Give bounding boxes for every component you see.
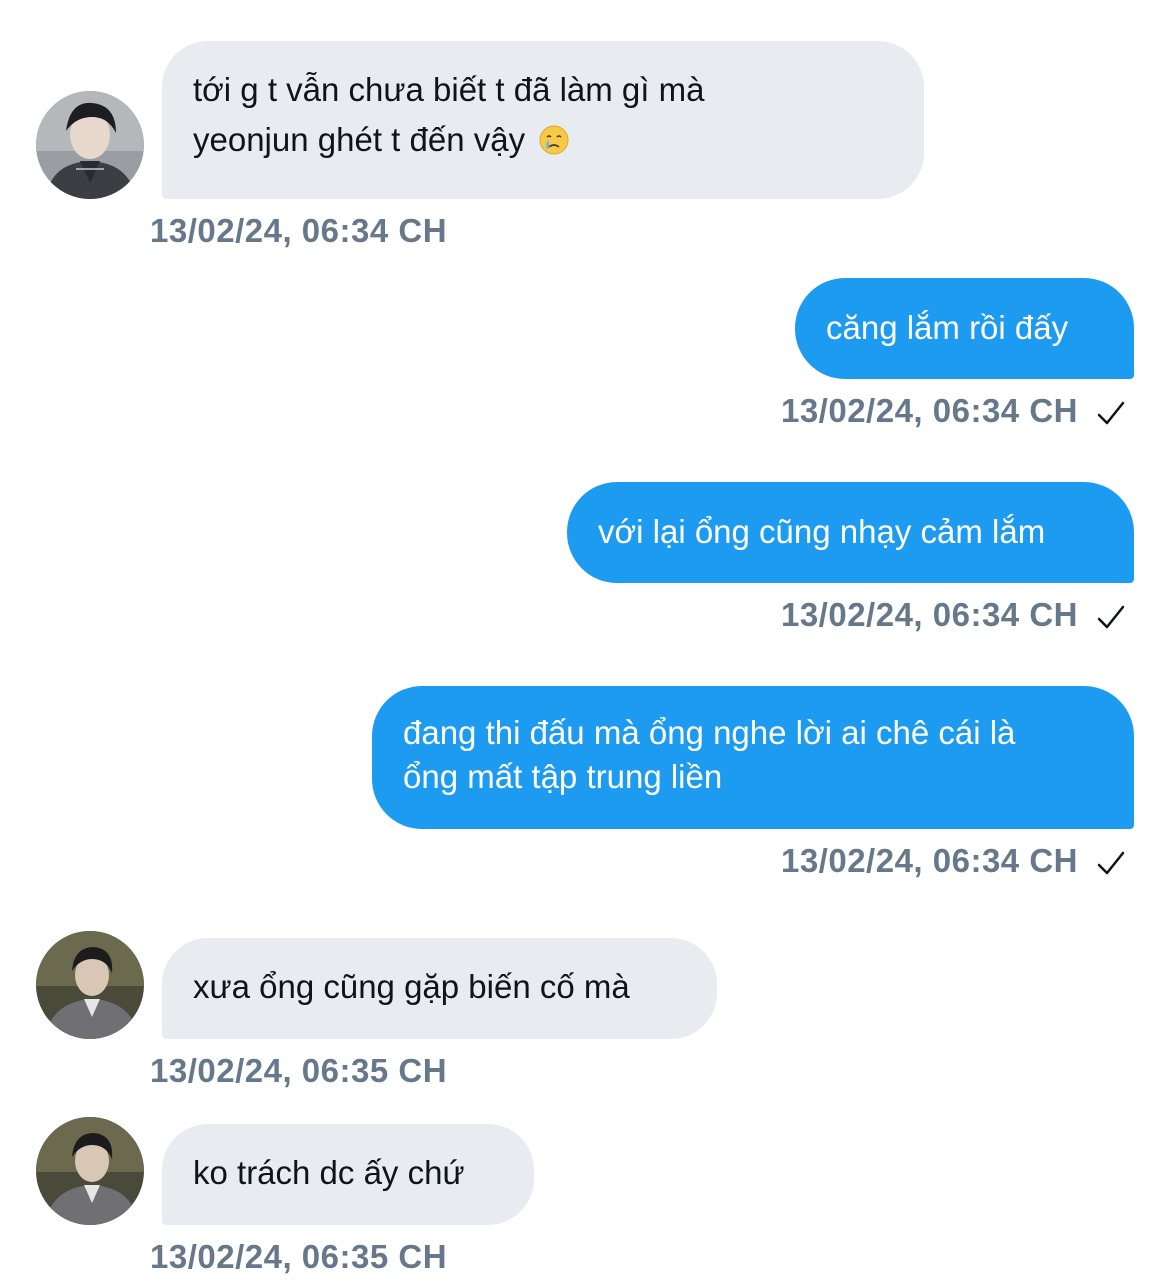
message-text: xưa ổng cũng gặp biến cố mà	[193, 968, 630, 1005]
message-bubble[interactable]: căng lắm rồi đấy	[795, 278, 1134, 379]
avatar[interactable]	[36, 1117, 144, 1225]
message-text: ổng mất tập trung liền	[403, 758, 723, 795]
message-text: tới g t vẫn chưa biết t đã làm gì mà	[193, 71, 705, 108]
message-text: với lại ổng cũng nhạy cảm lắm	[598, 513, 1046, 550]
checkmark-icon	[1097, 401, 1125, 425]
message-text: yeonjun ghét t đến vậy	[193, 115, 893, 165]
message-bubble[interactable]: ko trách dc ấy chứ	[162, 1124, 534, 1225]
message-text: căng lắm rồi đấy	[826, 309, 1069, 346]
checkmark-icon	[1097, 605, 1125, 629]
message-timestamp: 13/02/24, 06:35 CH	[150, 1052, 448, 1089]
crying-face-emoji-icon	[539, 125, 569, 155]
message-bubble[interactable]: xưa ổng cũng gặp biến cố mà	[162, 938, 717, 1039]
message-timestamp: 13/02/24, 06:34 CH	[150, 212, 448, 249]
message-bubble[interactable]: với lại ổng cũng nhạy cảm lắm	[567, 482, 1134, 583]
message-timestamp: 13/02/24, 06:34 CH	[780, 842, 1078, 879]
checkmark-icon	[1097, 851, 1125, 875]
avatar-photo-icon	[36, 91, 144, 199]
message-timestamp: 13/02/24, 06:34 CH	[780, 596, 1078, 633]
message-timestamp: 13/02/24, 06:35 CH	[150, 1238, 448, 1275]
message-timestamp: 13/02/24, 06:34 CH	[780, 392, 1078, 429]
avatar-photo-icon	[36, 931, 144, 1039]
avatar[interactable]	[36, 91, 144, 199]
message-text: ko trách dc ấy chứ	[193, 1154, 465, 1191]
message-bubble[interactable]: đang thi đấu mà ổng nghe lời ai chê cái …	[372, 686, 1134, 829]
avatar[interactable]	[36, 931, 144, 1039]
avatar-photo-icon	[36, 1117, 144, 1225]
message-bubble[interactable]: tới g t vẫn chưa biết t đã làm gì mà yeo…	[162, 41, 924, 199]
message-text: đang thi đấu mà ổng nghe lời ai chê cái …	[403, 714, 1016, 751]
